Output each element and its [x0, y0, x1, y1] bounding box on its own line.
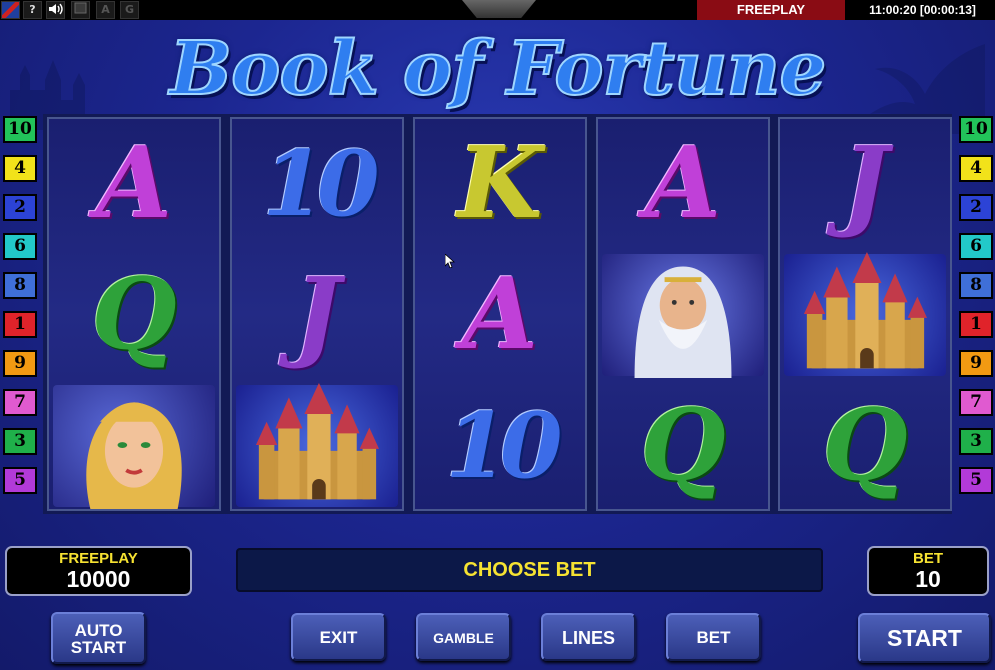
symbol-j: J	[841, 126, 889, 241]
bet-value: 10	[915, 566, 941, 592]
symbol-a: A	[644, 126, 722, 241]
gamble-button[interactable]: GAMBLE	[416, 613, 511, 661]
top-bar: ? A G FREEPLAY 11:00:20 [00:00:13]	[0, 0, 995, 20]
symbol-q: Q	[822, 388, 908, 503]
line-marker[interactable]: 1	[959, 311, 993, 338]
line-marker[interactable]: 7	[959, 389, 993, 416]
line-marker[interactable]: 7	[3, 389, 37, 416]
line-marker[interactable]: 3	[3, 428, 37, 455]
credit-display: FREEPLAY 10000	[5, 546, 192, 596]
bet-label: BET	[913, 550, 943, 567]
credit-value: 10000	[66, 566, 131, 592]
line-marker[interactable]: 5	[959, 467, 993, 494]
symbol-q: Q	[91, 257, 177, 372]
symbol-cell: A	[415, 250, 585, 380]
symbol-cell: J	[232, 250, 402, 380]
line-marker[interactable]: 6	[3, 233, 37, 260]
line-marker[interactable]: 1	[3, 311, 37, 338]
auto-start-line2: START	[70, 638, 127, 657]
line-marker[interactable]: 4	[959, 155, 993, 182]
symbol-cell: K	[415, 119, 585, 249]
bet-display: BET 10	[867, 546, 989, 596]
symbol-a: A	[461, 257, 539, 372]
lines-button[interactable]: LINES	[541, 613, 636, 661]
symbol-10: 10	[445, 393, 562, 499]
credit-label: FREEPLAY	[59, 550, 138, 567]
symbol-cell: Q	[49, 250, 219, 380]
symbol-cell: Q	[780, 381, 950, 511]
line-marker[interactable]: 10	[3, 116, 37, 143]
reels-area: A Q 10 J K A 10 A Q J Q	[43, 114, 952, 514]
exit-button[interactable]: EXIT	[291, 613, 386, 661]
mode-badge: FREEPLAY	[697, 0, 845, 20]
symbol-cell: Q	[598, 381, 768, 511]
bet-button[interactable]: BET	[666, 613, 761, 661]
line-marker[interactable]: 4	[3, 155, 37, 182]
line-marker[interactable]: 9	[3, 350, 37, 377]
language-flag-icon[interactable]	[1, 1, 20, 19]
line-marker[interactable]: 2	[3, 194, 37, 221]
fullscreen-icon[interactable]	[71, 1, 90, 19]
reel-1: AQ	[47, 117, 221, 511]
a-button[interactable]: A	[96, 1, 115, 19]
line-marker[interactable]: 2	[959, 194, 993, 221]
help-button[interactable]: ?	[23, 1, 42, 19]
line-marker[interactable]: 9	[959, 350, 993, 377]
auto-start-line1: AUTO	[74, 621, 123, 640]
line-marker[interactable]: 5	[3, 467, 37, 494]
symbol-castle	[232, 381, 402, 511]
symbol-cell: J	[780, 119, 950, 249]
symbol-k: K	[457, 126, 543, 241]
clock-display: 11:00:20 [00:00:13]	[869, 3, 976, 17]
speaker-icon[interactable]	[46, 1, 65, 19]
reel-2: 10 J	[230, 117, 404, 511]
symbol-woman-portrait	[49, 381, 219, 511]
symbol-q: Q	[640, 388, 726, 503]
symbol-cell: 10	[415, 381, 585, 511]
auto-start-button[interactable]: AUTO START	[51, 612, 146, 664]
symbol-wizard-portrait	[598, 250, 768, 380]
symbol-10: 10	[262, 131, 379, 237]
line-marker[interactable]: 8	[959, 272, 993, 299]
reel-5: JQ	[778, 117, 952, 511]
reel-3: K A 10	[413, 117, 587, 511]
line-marker[interactable]: 10	[959, 116, 993, 143]
symbol-cell: A	[49, 119, 219, 249]
symbol-castle	[780, 250, 950, 380]
g-button[interactable]: G	[120, 1, 139, 19]
mouse-cursor-icon	[445, 254, 455, 268]
line-marker[interactable]: 8	[3, 272, 37, 299]
menu-pull-handle[interactable]	[462, 0, 536, 18]
start-button[interactable]: START	[858, 613, 991, 663]
symbol-a: A	[95, 126, 173, 241]
symbol-cell: 10	[232, 119, 402, 249]
reel-4: AQ	[596, 117, 770, 511]
game-title-logo: Book of Fortune	[169, 25, 828, 113]
symbol-j: J	[293, 257, 341, 372]
message-bar: CHOOSE BET	[236, 548, 823, 592]
symbol-cell: A	[598, 119, 768, 249]
line-marker[interactable]: 6	[959, 233, 993, 260]
line-marker[interactable]: 3	[959, 428, 993, 455]
